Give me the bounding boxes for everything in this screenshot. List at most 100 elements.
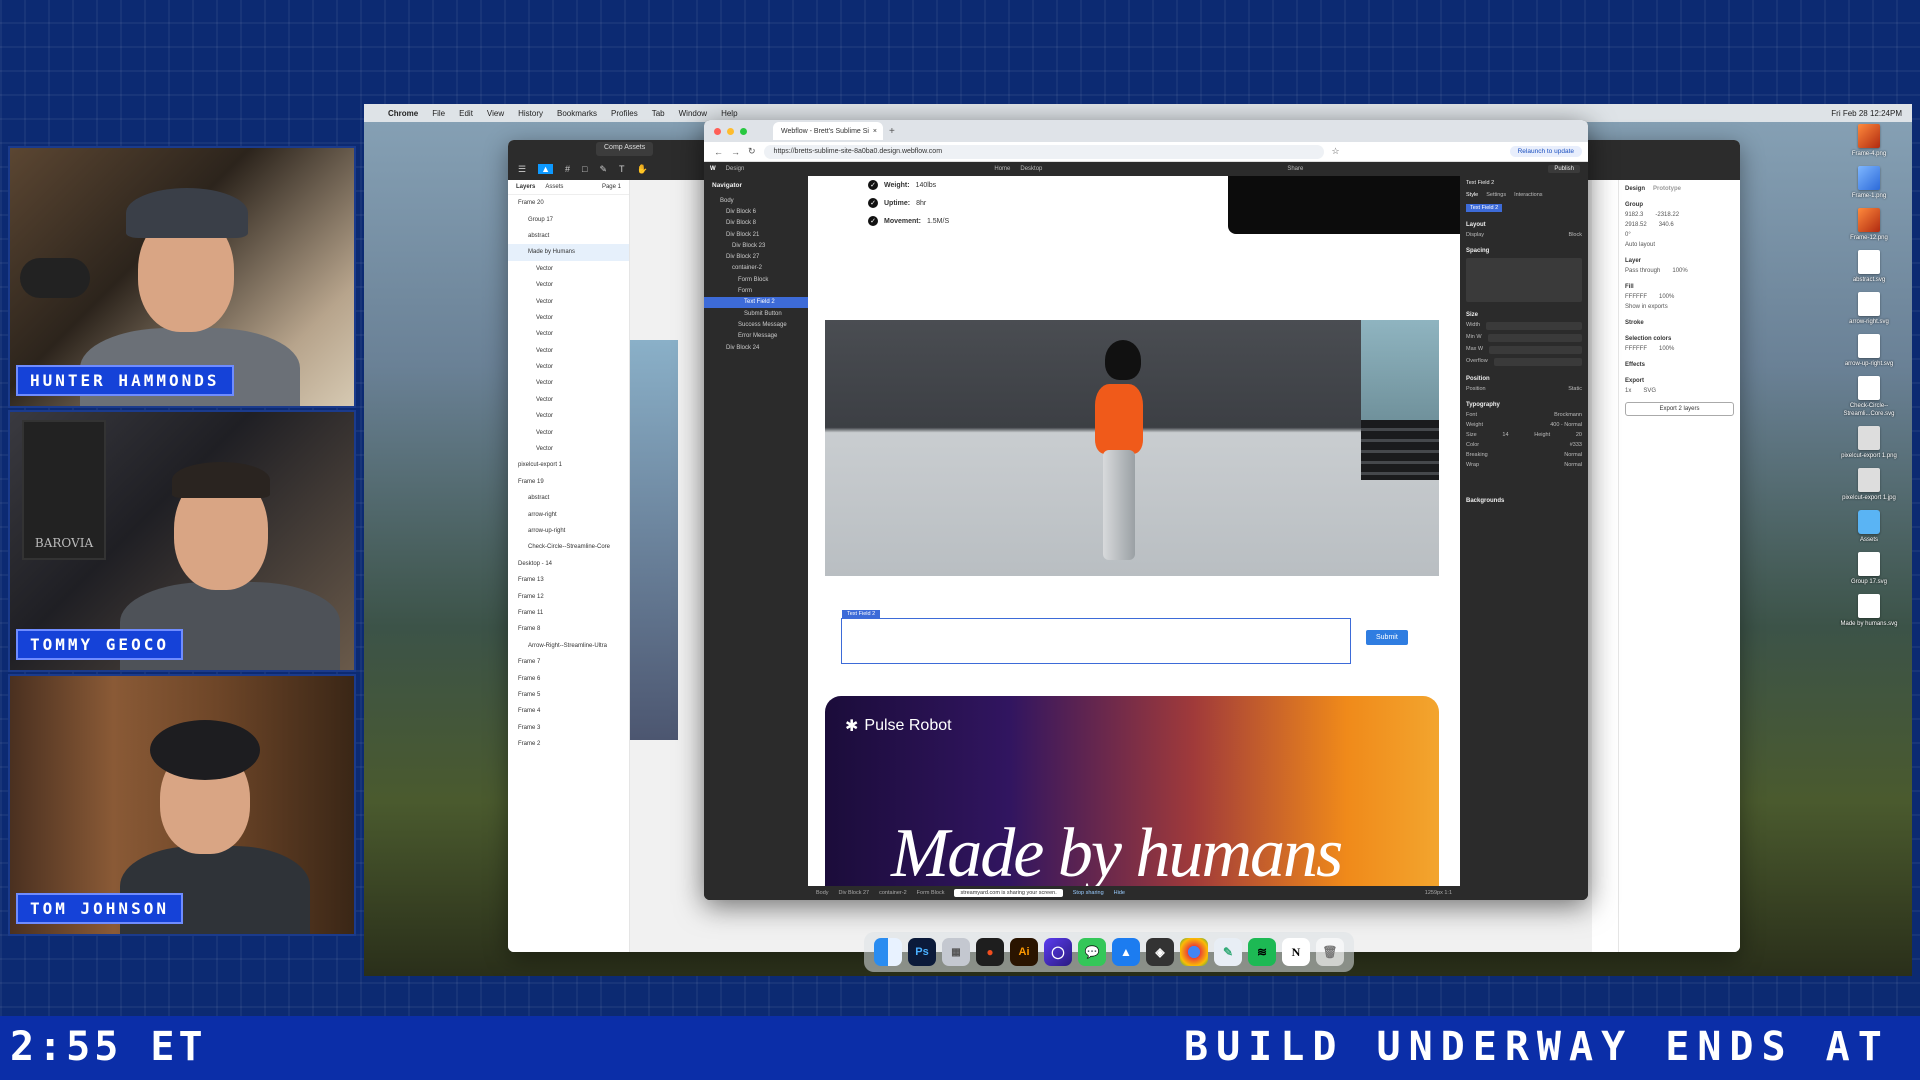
selection-opacity[interactable]: 100% xyxy=(1659,346,1674,352)
desktop-file[interactable]: Group 17.svg xyxy=(1834,552,1904,586)
breakpoint-selector[interactable]: Desktop xyxy=(1020,166,1042,172)
breadcrumb-item[interactable]: container-2 xyxy=(879,890,907,896)
breadcrumb-item[interactable]: Form Block xyxy=(917,890,945,896)
font-value[interactable]: Brockmann xyxy=(1554,412,1582,418)
illustrator-icon[interactable]: Ai xyxy=(1010,938,1038,966)
layer-row[interactable]: Frame 12 xyxy=(508,588,629,604)
section-position[interactable]: Position xyxy=(1466,376,1582,382)
desktop-folder[interactable]: Assets xyxy=(1834,510,1904,544)
blend-mode[interactable]: Pass through xyxy=(1625,268,1660,274)
show-in-exports-checkbox[interactable]: Show in exports xyxy=(1625,304,1734,310)
position-value[interactable]: Static xyxy=(1568,386,1582,392)
layer-row[interactable]: arrow-right xyxy=(508,506,629,522)
xcode-icon[interactable]: ▲ xyxy=(1112,938,1140,966)
hide-sharing-button[interactable]: Hide xyxy=(1114,890,1125,896)
preview-icon[interactable]: ✎ xyxy=(1214,938,1242,966)
line-height-value[interactable]: 20 xyxy=(1576,432,1582,438)
spotify-icon[interactable]: ≋ xyxy=(1248,938,1276,966)
overflow-field[interactable] xyxy=(1493,358,1582,366)
webflow-logo-icon[interactable]: W xyxy=(710,166,716,172)
trash-icon[interactable]: 🗑 xyxy=(1316,938,1344,966)
menu-app-name[interactable]: Chrome xyxy=(388,109,418,118)
layer-row[interactable]: Vector xyxy=(508,359,629,375)
menu-bookmarks[interactable]: Bookmarks xyxy=(557,109,597,118)
desktop-file[interactable]: arrow-right.svg xyxy=(1834,292,1904,326)
desktop-file[interactable]: Check-Circle--Streamli...Core.svg xyxy=(1834,376,1904,418)
class-selector-chip[interactable]: Text Field 2 xyxy=(1466,204,1503,212)
layer-row[interactable]: Vector xyxy=(508,343,629,359)
webflow-canvas[interactable]: ✓ Weight: 140lbs ✓ Uptime: 8hr ✓ Movement: 1.5… xyxy=(808,176,1460,900)
layer-row[interactable]: Vector xyxy=(508,424,629,440)
section-backgrounds[interactable]: Backgrounds xyxy=(1466,498,1582,504)
breadcrumb-item[interactable]: Div Block 27 xyxy=(839,890,870,896)
layer-row[interactable]: abstract xyxy=(508,228,629,244)
spacing-box[interactable] xyxy=(1466,258,1582,302)
photoshop-icon[interactable]: Ps xyxy=(908,938,936,966)
layer-row[interactable]: abstract xyxy=(508,490,629,506)
layer-opacity[interactable]: 100% xyxy=(1672,268,1687,274)
navigator-item[interactable]: Div Block 6 xyxy=(704,206,808,217)
fill-opacity[interactable]: 100% xyxy=(1659,294,1674,300)
navigator-item[interactable]: Error Message xyxy=(704,331,808,342)
robot-hero-image[interactable] xyxy=(825,320,1439,576)
figma-file-tab[interactable]: Comp Assets xyxy=(596,142,654,156)
menu-tab[interactable]: Tab xyxy=(652,109,665,118)
chrome-icon[interactable] xyxy=(1180,938,1208,966)
menu-file[interactable]: File xyxy=(432,109,445,118)
desktop-file[interactable]: abstract.svg xyxy=(1834,250,1904,284)
arc-icon[interactable]: ◯ xyxy=(1044,938,1072,966)
min-width-field[interactable] xyxy=(1487,334,1582,342)
text-field[interactable] xyxy=(841,618,1351,664)
export-layers-button[interactable]: Export 2 layers xyxy=(1625,402,1734,416)
navigator-item[interactable]: Form xyxy=(704,285,808,296)
layer-row[interactable]: Vector xyxy=(508,375,629,391)
navigator-item[interactable]: Submit Button xyxy=(704,308,808,319)
layer-row[interactable]: Vector xyxy=(508,293,629,309)
selected-element-tag[interactable]: Text Field 2 xyxy=(842,610,881,618)
fill-hex[interactable]: FFFFFF xyxy=(1625,294,1647,300)
layer-row[interactable]: arrow-up-right xyxy=(508,523,629,539)
navigator-item[interactable]: Success Message xyxy=(704,319,808,330)
tab-assets[interactable]: Assets xyxy=(545,184,563,190)
menu-profiles[interactable]: Profiles xyxy=(611,109,638,118)
breadcrumb-item[interactable]: Body xyxy=(816,890,829,896)
layer-row[interactable]: Frame 3 xyxy=(508,720,629,736)
page-selector[interactable]: Page 1 xyxy=(602,184,621,190)
export-scale[interactable]: 1x xyxy=(1625,388,1631,394)
layer-row[interactable]: pixelcut-export 1 xyxy=(508,457,629,473)
layer-row[interactable]: Frame 4 xyxy=(508,703,629,719)
relaunch-button[interactable]: Relaunch to update xyxy=(1509,146,1582,157)
promo-card[interactable]: ✱ Pulse Robot Made by humans xyxy=(825,696,1439,900)
selection-hex[interactable]: FFFFFF xyxy=(1625,346,1647,352)
navigator-item[interactable]: Div Block 23 xyxy=(704,240,808,251)
y-field[interactable]: -2318.22 xyxy=(1655,212,1679,218)
share-button[interactable]: Share xyxy=(1287,166,1303,172)
messages-icon[interactable]: 💬 xyxy=(1078,938,1106,966)
navigator-item[interactable]: Div Block 21 xyxy=(704,229,808,240)
submit-button[interactable]: Submit xyxy=(1366,630,1408,645)
tab-design[interactable]: Design xyxy=(1625,186,1645,192)
text-tool-icon[interactable]: T xyxy=(619,164,625,174)
desktop-file[interactable]: pixelcut-export 1.png xyxy=(1834,426,1904,460)
mode-switcher[interactable]: Design xyxy=(726,166,745,172)
canvas-frame-preview[interactable] xyxy=(630,340,678,740)
layer-row[interactable]: Desktop - 14 xyxy=(508,556,629,572)
tab-prototype[interactable]: Prototype xyxy=(1653,186,1681,192)
figma-icon[interactable]: ● xyxy=(976,938,1004,966)
layer-row[interactable]: Vector xyxy=(508,261,629,277)
display-value[interactable]: Block xyxy=(1569,232,1582,238)
navigator-item[interactable]: Div Block 24 xyxy=(704,342,808,353)
shape-tool-icon[interactable]: □ xyxy=(582,164,587,174)
export-format[interactable]: SVG xyxy=(1643,388,1656,394)
desktop-file[interactable]: Frame-1.png xyxy=(1834,166,1904,200)
navigator-item[interactable]: Form Block xyxy=(704,274,808,285)
section-typography[interactable]: Typography xyxy=(1466,402,1582,408)
browser-tab[interactable]: Webflow - Brett's Sublime Si × xyxy=(773,122,883,140)
layer-row[interactable]: Vector xyxy=(508,326,629,342)
menu-history[interactable]: History xyxy=(518,109,543,118)
layer-row[interactable]: Vector xyxy=(508,408,629,424)
layer-row[interactable]: Vector xyxy=(508,310,629,326)
back-icon[interactable]: ← xyxy=(714,147,723,157)
breaking-value[interactable]: Normal xyxy=(1564,452,1582,458)
section-layout[interactable]: Layout xyxy=(1466,222,1582,228)
